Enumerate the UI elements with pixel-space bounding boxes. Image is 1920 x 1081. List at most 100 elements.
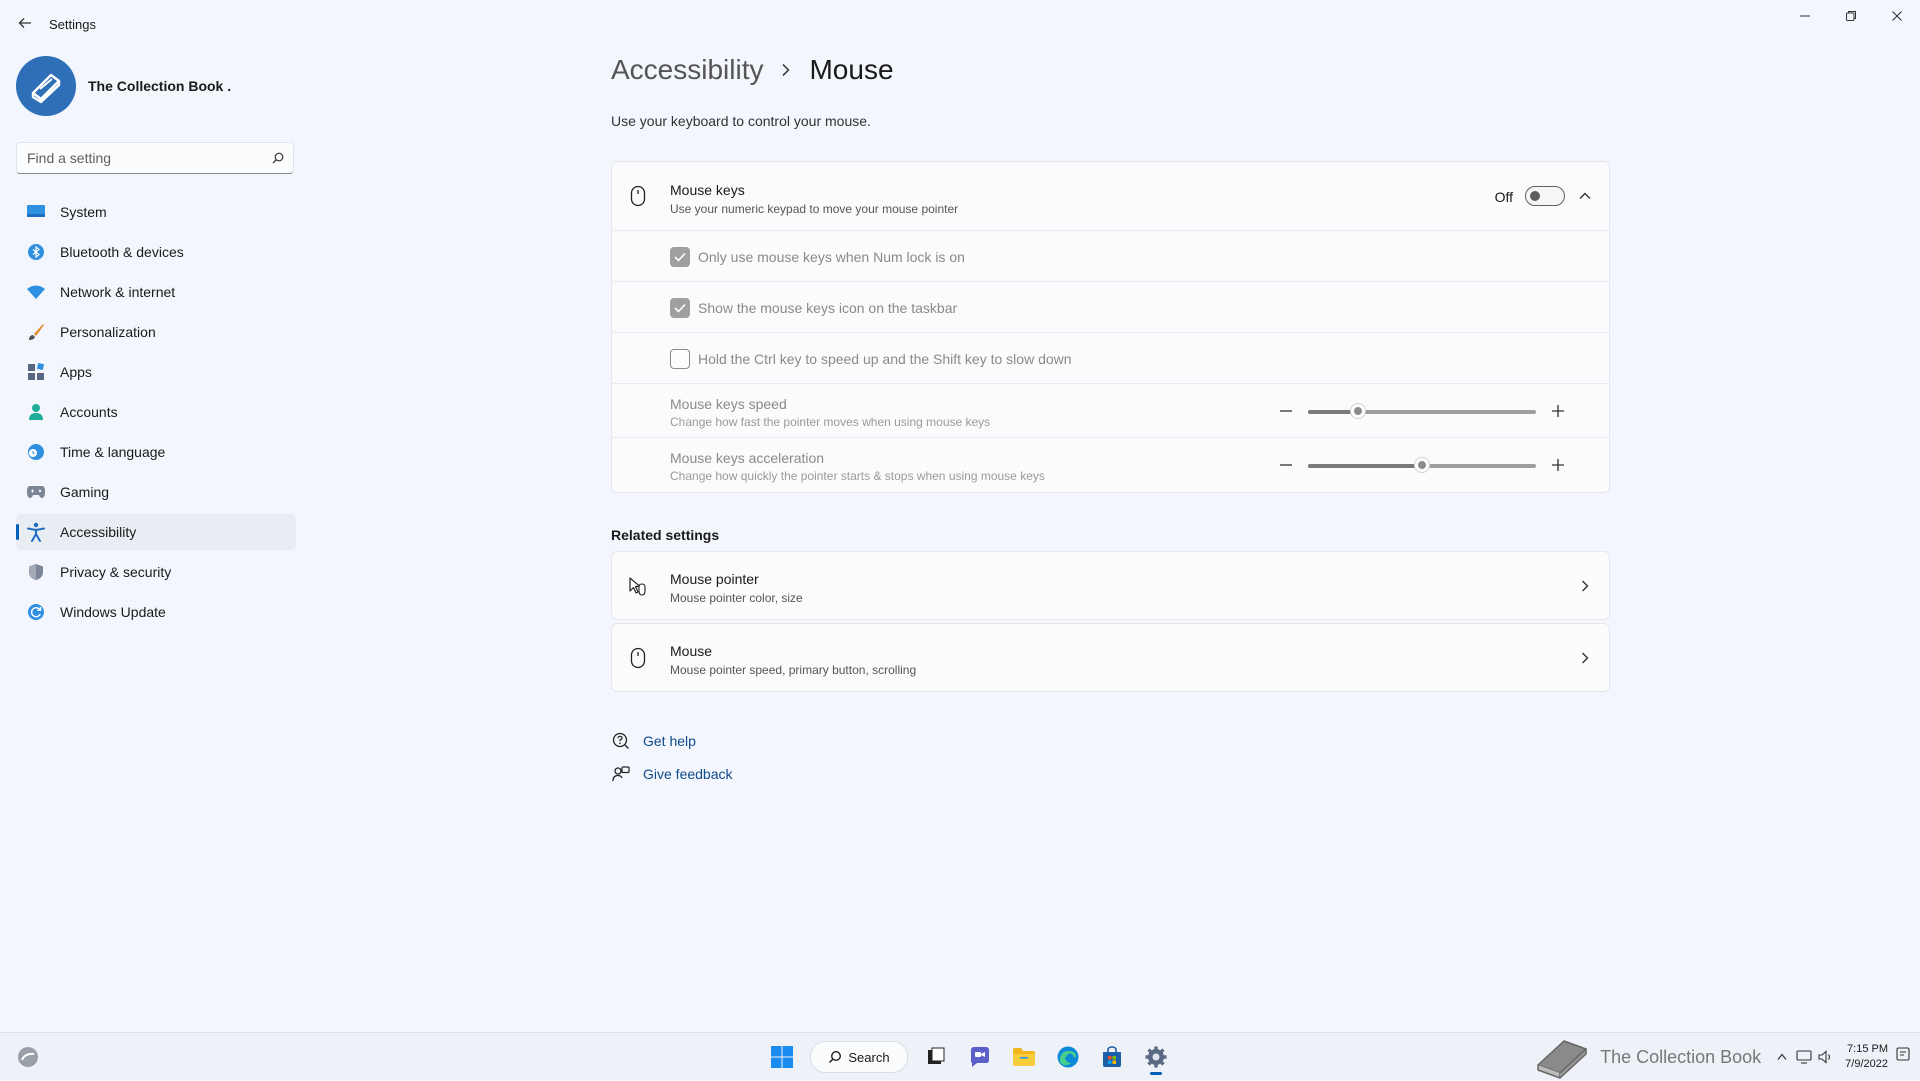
settings-app-button[interactable] (1136, 1039, 1176, 1075)
plus-icon[interactable] (1549, 402, 1567, 420)
sidebar-item-network[interactable]: Network & internet (16, 274, 296, 310)
page-subtitle: Use your keyboard to control your mouse. (611, 113, 871, 129)
folder-icon (1013, 1048, 1035, 1066)
restore-button[interactable] (1828, 0, 1874, 32)
sidebar-item-label: Bluetooth & devices (60, 244, 184, 260)
toggle-knob (1530, 191, 1540, 201)
acceleration-slider-thumb[interactable] (1414, 457, 1430, 473)
mouse-keys-row[interactable]: Mouse keys Use your numeric keypad to mo… (612, 162, 1609, 231)
sidebar-item-system[interactable]: System (16, 194, 296, 230)
system-tray: The Collection Book 7:15 PM 7/9/2022 (1534, 1033, 1910, 1081)
search-icon (829, 1050, 842, 1064)
sidebar-item-label: Windows Update (60, 604, 166, 620)
give-feedback-link[interactable]: Give feedback (611, 757, 733, 790)
store-button[interactable] (1092, 1039, 1132, 1075)
back-arrow-icon (18, 18, 31, 28)
checkmark-icon (674, 303, 686, 313)
related-settings-title: Related settings (611, 527, 720, 543)
start-button[interactable] (762, 1039, 802, 1075)
acceleration-slider[interactable] (1277, 452, 1567, 480)
sidebar-item-label: Accounts (60, 404, 118, 420)
teams-chat-button[interactable] (960, 1039, 1000, 1075)
search-icon[interactable] (263, 152, 293, 164)
taskbar-icon-label: Show the mouse keys icon on the taskbar (698, 300, 958, 316)
volume-icon[interactable] (1815, 1050, 1837, 1064)
sidebar-item-label: Time & language (60, 444, 166, 460)
mouse-keys-title: Mouse keys (670, 182, 745, 198)
plus-icon[interactable] (1549, 456, 1567, 474)
sidebar-item-accounts[interactable]: Accounts (16, 394, 296, 430)
sidebar-nav: System Bluetooth & devices Network & int… (16, 194, 296, 634)
taskbar-search-button[interactable]: Search (810, 1041, 908, 1073)
sidebar-item-windows-update[interactable]: Windows Update (16, 594, 296, 630)
get-help-link[interactable]: Get help (611, 724, 733, 757)
sidebar-item-label: Accessibility (60, 524, 137, 540)
minus-icon[interactable] (1277, 456, 1295, 474)
breadcrumb-parent[interactable]: Accessibility (611, 54, 763, 86)
network-icon[interactable] (1793, 1050, 1815, 1064)
book-watermark-icon (1537, 1040, 1587, 1079)
sidebar-item-time-language[interactable]: Time & language (16, 434, 296, 470)
profile-name: The Collection Book . (88, 78, 232, 94)
get-help-label: Get help (643, 732, 696, 749)
file-explorer-button[interactable] (1004, 1039, 1044, 1075)
gear-icon (1145, 1046, 1167, 1068)
mouse-keys-speed-row: Mouse keys speed Change how fast the poi… (612, 384, 1609, 438)
speed-slider-thumb[interactable] (1350, 403, 1367, 419)
close-icon (1892, 11, 1902, 21)
widgets-icon[interactable] (16, 1045, 40, 1069)
sidebar-item-personalization[interactable]: Personalization (16, 314, 296, 350)
chevron-up-icon[interactable] (1575, 186, 1595, 206)
back-button[interactable] (14, 12, 36, 34)
chevron-right-icon (781, 57, 791, 83)
notification-icon[interactable] (1896, 1046, 1910, 1068)
clock[interactable]: 7:15 PM 7/9/2022 (1845, 1042, 1888, 1072)
tray-icons (1771, 1050, 1837, 1064)
tray-brand-text: The Collection Book (1600, 1046, 1762, 1067)
sidebar-item-accessibility[interactable]: Accessibility (16, 514, 296, 550)
minimize-button[interactable] (1782, 0, 1828, 32)
num-lock-label: Only use mouse keys when Num lock is on (698, 249, 965, 265)
taskbar-icon-checkbox[interactable] (670, 298, 690, 318)
sidebar-item-bluetooth[interactable]: Bluetooth & devices (16, 234, 296, 270)
apps-icon (26, 362, 46, 382)
mouse-settings-link[interactable]: Mouse Mouse pointer speed, primary butto… (611, 623, 1610, 692)
gamepad-icon (26, 482, 46, 502)
accessibility-icon (26, 522, 46, 542)
system-icon (26, 202, 46, 222)
user-profile[interactable]: The Collection Book . (16, 56, 231, 116)
edge-browser-button[interactable] (1048, 1039, 1088, 1075)
mouse-pointer-link[interactable]: Mouse pointer Mouse pointer color, size (611, 551, 1610, 620)
minus-icon[interactable] (1277, 402, 1295, 420)
sidebar-item-label: Personalization (60, 324, 156, 340)
mouse-pointer-icon (626, 574, 650, 598)
chevron-up-icon[interactable] (1771, 1053, 1793, 1061)
close-button[interactable] (1874, 0, 1920, 32)
mouse-keys-toggle-label: Off (1494, 189, 1513, 205)
person-icon (26, 402, 46, 422)
mouse-keys-toggle[interactable] (1525, 186, 1565, 206)
sidebar-item-apps[interactable]: Apps (16, 354, 296, 390)
speed-title: Mouse keys speed (670, 396, 787, 412)
sidebar-item-gaming[interactable]: Gaming (16, 474, 296, 510)
sidebar-item-privacy[interactable]: Privacy & security (16, 554, 296, 590)
book-logo-icon (31, 73, 61, 104)
mouse-icon (626, 646, 650, 670)
task-view-button[interactable] (916, 1039, 956, 1075)
page-title: Mouse (809, 54, 894, 85)
window-controls (1782, 0, 1920, 32)
ctrl-shift-checkbox[interactable] (670, 349, 690, 369)
option-num-lock-row: Only use mouse keys when Num lock is on (612, 231, 1609, 282)
clock-globe-icon (26, 442, 46, 462)
speed-slider-track[interactable] (1308, 403, 1536, 419)
acceleration-slider-track[interactable] (1308, 457, 1536, 473)
option-ctrl-shift-row: Hold the Ctrl key to speed up and the Sh… (612, 333, 1609, 384)
num-lock-checkbox[interactable] (670, 247, 690, 267)
ctrl-shift-label: Hold the Ctrl key to speed up and the Sh… (698, 351, 1072, 367)
option-taskbar-icon-row: Show the mouse keys icon on the taskbar (612, 282, 1609, 333)
clock-time: 7:15 PM (1847, 1043, 1888, 1055)
search-box[interactable] (16, 142, 294, 174)
search-input[interactable] (17, 149, 263, 167)
wifi-icon (26, 282, 46, 302)
speed-slider[interactable] (1277, 398, 1567, 426)
